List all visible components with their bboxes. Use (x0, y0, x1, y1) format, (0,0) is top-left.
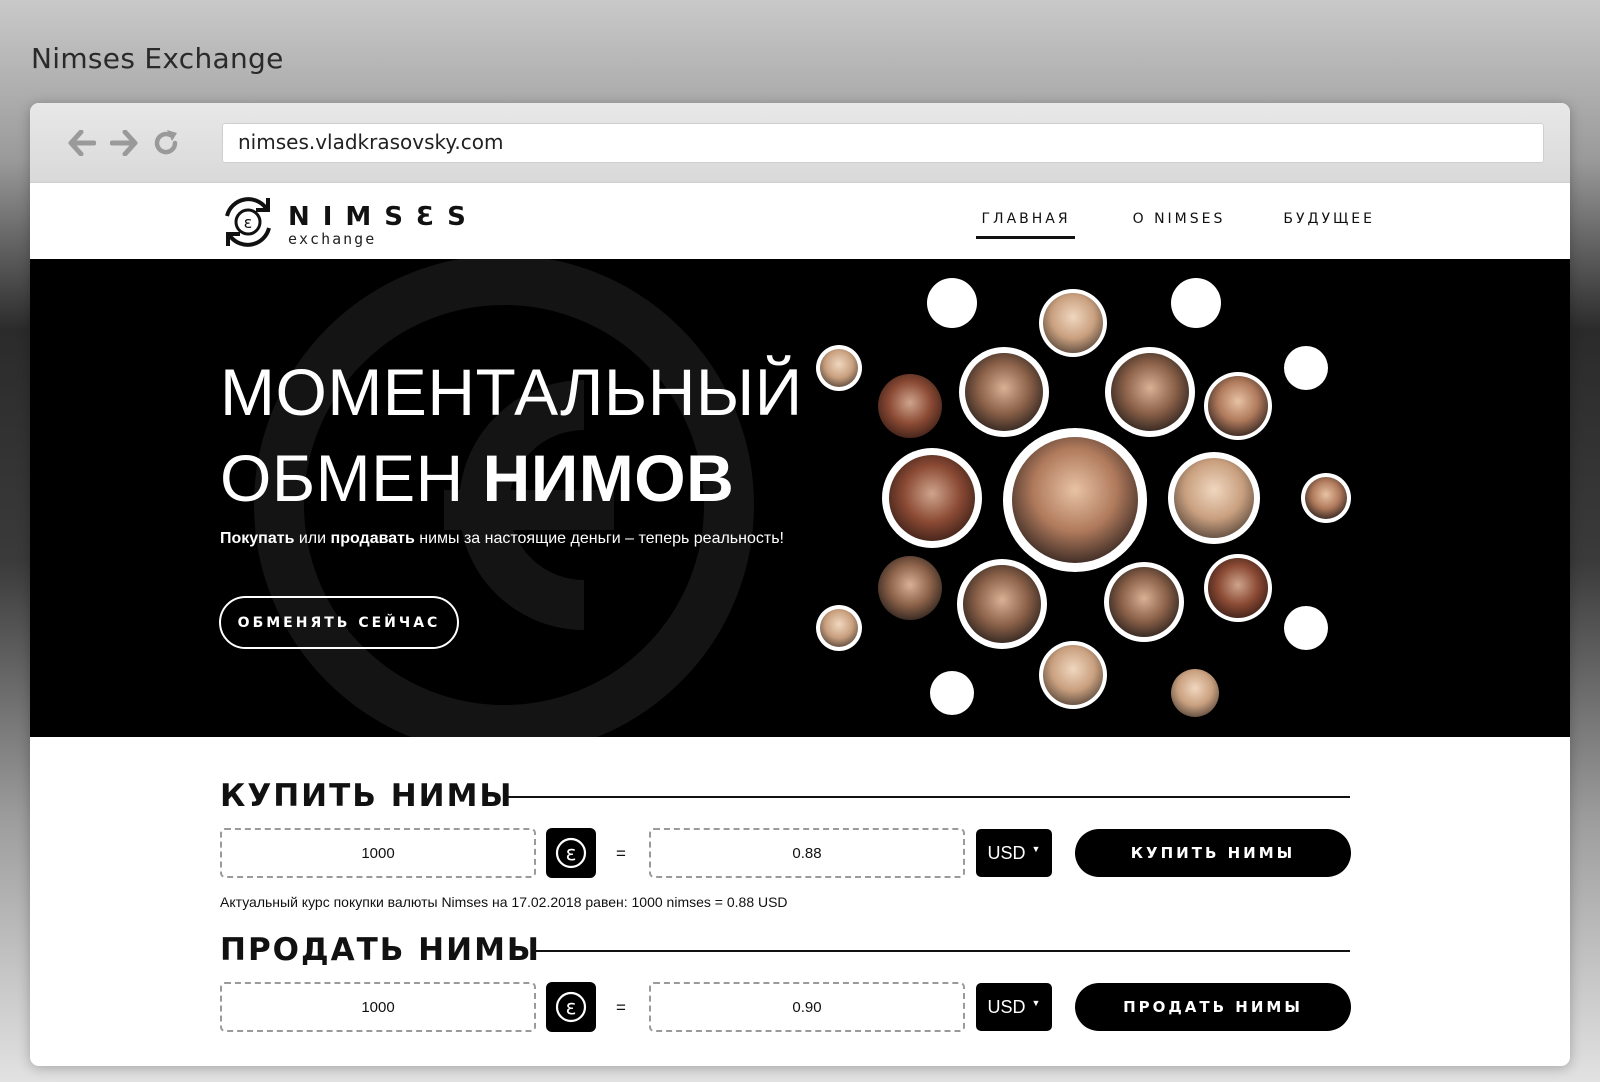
sell-section-divider (533, 950, 1350, 952)
avatar (1170, 668, 1220, 718)
sell-currency-value: USD (987, 996, 1026, 1017)
svg-text:ε: ε (566, 995, 577, 1019)
url-bar[interactable]: nimses.vladkrasovsky.com (222, 123, 1544, 163)
exchange-section: КУПИТЬ НИМЫ 1000 ε = 0.88 USD ▼ КУПИТЬ НИ… (30, 737, 1570, 1066)
buy-money-input[interactable]: 0.88 (649, 828, 965, 878)
logo[interactable]: ε NIMSƐS exchange (218, 192, 478, 252)
avatar (1105, 347, 1195, 437)
nim-coin-icon: ε (546, 828, 596, 878)
buy-currency-value: USD (987, 842, 1026, 863)
browser-window: nimses.vladkrasovsky.com ε NIMSƐS exchan… (30, 103, 1570, 1066)
nimses-logo-icon: ε (225, 197, 271, 247)
avatar (877, 555, 943, 621)
avatar (1039, 289, 1107, 357)
logo-wordmark: NIMSƐS (288, 202, 479, 232)
menu-item-home[interactable]: ГЛАВНАЯ (975, 211, 1075, 239)
showcase-title: Nimses Exchange (31, 42, 284, 75)
nim-coin-icon-glyph: ε (555, 837, 587, 869)
browser-toolbar: nimses.vladkrasovsky.com (30, 103, 1570, 183)
avatar (1168, 452, 1260, 544)
buy-section-divider (506, 796, 1350, 798)
hero-banner: МОМЕНТАЛЬНЫЙ ОБМЕН НИМОВ Покупать или пр… (30, 259, 1570, 737)
reload-button[interactable] (150, 127, 182, 159)
site-header: ε NIMSƐS exchange ГЛАВНАЯ О NIMSES БУДУЩ… (30, 183, 1570, 259)
avatar (1301, 473, 1351, 523)
menu-item-about[interactable]: О NIMSES (1133, 211, 1226, 239)
bubble-dot (1284, 346, 1328, 390)
buy-rate-note: Актуальный курс покупки валюты Nimses на… (220, 894, 788, 910)
sell-nims-button[interactable]: ПРОДАТЬ НИМЫ (1075, 983, 1351, 1031)
arrow-right-icon (110, 130, 138, 156)
logo-subtitle: exchange (288, 230, 377, 248)
avatar-cluster (816, 278, 1351, 718)
caret-down-icon: ▼ (1031, 844, 1041, 854)
sell-money-input[interactable]: 0.90 (649, 982, 965, 1032)
svg-text:ε: ε (244, 213, 253, 232)
bubble-dot (1171, 278, 1221, 328)
caret-down-icon: ▼ (1031, 998, 1041, 1008)
buy-nims-button[interactable]: КУПИТЬ НИМЫ (1075, 829, 1351, 877)
arrow-left-icon (68, 130, 96, 156)
nim-coin-icon-glyph: ε (555, 991, 587, 1023)
avatar (1039, 641, 1107, 709)
avatar (1204, 372, 1272, 440)
bubble-dot (927, 278, 977, 328)
avatar (959, 347, 1049, 437)
forward-button[interactable] (108, 127, 140, 159)
svg-text:ε: ε (566, 841, 577, 865)
menu-item-future[interactable]: БУДУЩЕЕ (1283, 211, 1375, 239)
bubble-dot (930, 671, 974, 715)
avatar (882, 448, 982, 548)
main-menu: ГЛАВНАЯ О NIMSES БУДУЩЕЕ (975, 211, 1375, 239)
sell-section-title: ПРОДАТЬ НИМЫ (220, 932, 542, 968)
avatar (1003, 428, 1147, 572)
avatar (1204, 554, 1272, 622)
avatar (816, 605, 862, 651)
avatar (816, 345, 862, 391)
sell-equals-sign: = (616, 998, 626, 1017)
avatar (877, 373, 943, 439)
nim-coin-icon: ε (546, 982, 596, 1032)
back-button[interactable] (66, 127, 98, 159)
buy-nims-input[interactable]: 1000 (220, 828, 536, 878)
buy-equals-sign: = (616, 844, 626, 863)
sell-nims-input[interactable]: 1000 (220, 982, 536, 1032)
avatar (957, 559, 1047, 649)
reload-icon (154, 130, 178, 155)
buy-section-title: КУПИТЬ НИМЫ (220, 778, 514, 814)
bubble-dot (1284, 606, 1328, 650)
avatar (1104, 562, 1184, 642)
sell-currency-select[interactable]: USD ▼ (976, 983, 1052, 1031)
buy-currency-select[interactable]: USD ▼ (976, 829, 1052, 877)
